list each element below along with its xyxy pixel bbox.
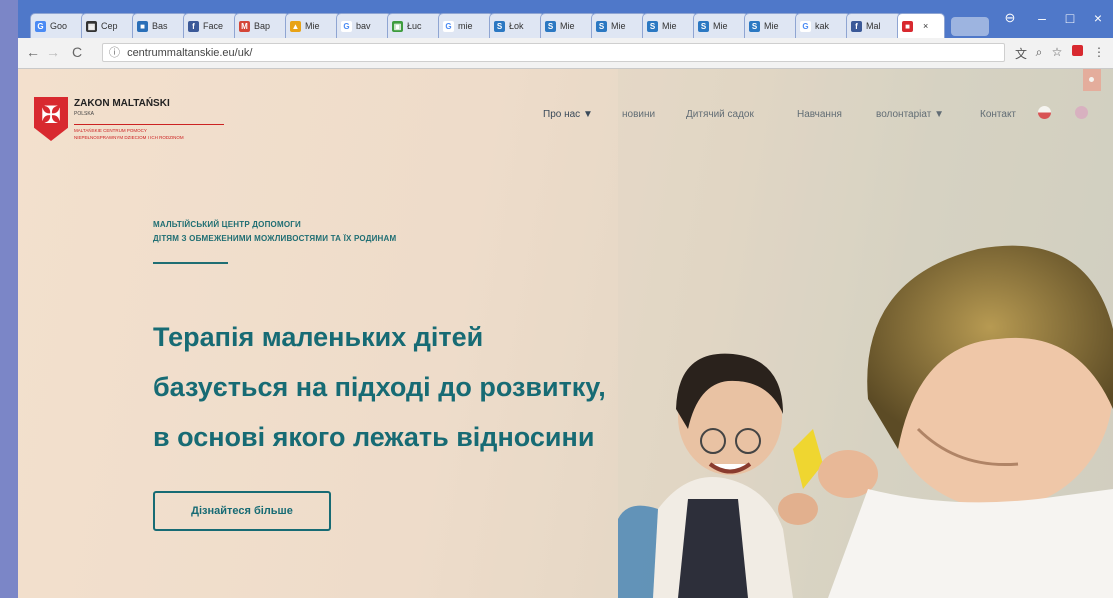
browser-tab[interactable]: f Face (183, 13, 239, 38)
tab-label: Łuc (407, 21, 422, 31)
tab-favicon-icon: S (494, 20, 505, 32)
web-page: ✠ ZAKON MALTAŃSKI POLSKA MALTAŃSKIE CENT… (18, 69, 1113, 598)
browser-toolbar: ← → C ⓘ centrummaltanskie.eu/uk/ 文 ⌕ ☆ ⋮ (18, 38, 1113, 69)
tab-label: Mie (560, 21, 575, 31)
browser-tab[interactable]: S Mie (540, 13, 596, 38)
zoom-icon[interactable]: ⌕ (1031, 45, 1047, 60)
reload-button[interactable]: C (68, 44, 86, 60)
tab-label: Łok (509, 21, 524, 31)
maltese-cross-logo[interactable]: ✠ (34, 97, 68, 141)
extension-icon[interactable] (1069, 45, 1085, 59)
tab-favicon-icon: G (35, 20, 46, 32)
tab-favicon-icon: G (341, 20, 352, 32)
browser-tab[interactable]: S Mie (693, 13, 749, 38)
eyebrow-underline (153, 262, 228, 264)
browser-window: ⊖ – □ × G Goo ▦ Cep ■ Bas f Face M Bap ▲ Mie Gbav ▣ Łu… (18, 0, 1113, 598)
browser-tab[interactable]: ▣ Łuc (387, 13, 443, 38)
tab-favicon-icon: G (800, 20, 811, 32)
hero-eyebrow-line2: ДІТЯМ З ОБМЕЖЕНИМИ МОЖЛИВОСТЯМИ ТА ЇХ РО… (153, 234, 397, 243)
tab-close-icon[interactable]: × (923, 21, 928, 31)
browser-tab[interactable]: S Mie (642, 13, 698, 38)
hero-photo (618, 69, 1113, 598)
browser-tab[interactable]: S Łok (489, 13, 545, 38)
tab-favicon-icon: f (851, 20, 862, 32)
tab-favicon-icon: f (188, 20, 199, 32)
tab-label: Mie (305, 21, 320, 31)
tab-label: Bap (254, 21, 271, 31)
tab-label: Mal (866, 21, 881, 31)
hero-headline-line3: в основі якого лежать відносини (153, 422, 595, 452)
profile-icon[interactable]: ⊖ (996, 10, 1024, 26)
org-name: ZAKON MALTAŃSKI (74, 98, 170, 109)
translate-icon[interactable]: 文 (1013, 45, 1029, 62)
tab-favicon-icon: S (596, 20, 607, 32)
url-text: centrummaltanskie.eu/uk/ (127, 47, 253, 59)
tab-label: kak (815, 21, 830, 31)
hero-eyebrow-line1: МАЛЬТІЙСЬКИЙ ЦЕНТР ДОПОМОГИ (153, 220, 301, 229)
browser-menu-icon[interactable]: ⋮ (1091, 45, 1107, 59)
tab-strip: ⊖ – □ × G Goo ▦ Cep ■ Bas f Face M Bap ▲ Mie Gbav ▣ Łu… (18, 0, 1113, 38)
tab-label: Mie (662, 21, 677, 31)
tab-label: Goo (50, 21, 68, 31)
close-window-button[interactable]: × (1084, 10, 1112, 26)
browser-tab[interactable]: Gbav (336, 13, 392, 38)
hero-headline-line1: Терапія маленьких дітей (153, 322, 484, 352)
browser-tab[interactable]: Gkak (795, 13, 851, 38)
learn-more-button[interactable]: Дізнайтеся більше (153, 491, 331, 531)
bookmark-star-icon[interactable]: ☆ (1049, 45, 1065, 59)
tab-favicon-icon: ▦ (86, 20, 97, 32)
org-subtitle: MALTAŃSKIE CENTRUM POMOCY NIEPEŁNOSPRAWN… (74, 124, 224, 141)
browser-tab[interactable]: ■ × (897, 13, 945, 38)
tab-label: mie (458, 21, 473, 31)
browser-tab[interactable]: M Bap (234, 13, 290, 38)
tab-label: Cep (101, 21, 118, 31)
tab-label: Bas (152, 21, 168, 31)
maltese-cross-icon: ✠ (40, 102, 62, 129)
browser-tab[interactable]: ▦ Cep (81, 13, 137, 38)
org-country: POLSKA (74, 111, 95, 117)
browser-tab[interactable]: f Mal (846, 13, 902, 38)
tab-favicon-icon: ■ (137, 20, 148, 32)
back-button[interactable]: ← (24, 44, 42, 60)
address-bar[interactable]: ⓘ centrummaltanskie.eu/uk/ (102, 43, 1005, 62)
info-icon[interactable]: ⓘ (109, 47, 120, 59)
browser-tab[interactable]: G Goo (30, 13, 86, 38)
tab-label: Mie (764, 21, 779, 31)
org-subtitle-line1: MALTAŃSKIE CENTRUM POMOCY (74, 128, 147, 133)
tab-favicon-icon: M (239, 20, 250, 32)
tab-favicon-icon: S (698, 20, 709, 32)
org-subtitle-line2: NIEPEŁNOSPRAWNYM DZIECIOM I ICH RODZINOM (74, 135, 184, 140)
hero-headline-line2: базується на підході до розвитку, (153, 372, 606, 402)
tab-favicon-icon: ■ (902, 20, 913, 32)
tab-favicon-icon: ▣ (392, 20, 403, 32)
new-tab-button[interactable] (951, 17, 989, 36)
menu-item-about[interactable]: Про нас ▼ (543, 109, 593, 120)
tab-favicon-icon: S (545, 20, 556, 32)
tab-favicon-icon: S (647, 20, 658, 32)
browser-tab[interactable]: S Mie (744, 13, 800, 38)
browser-tab[interactable]: S Mie (591, 13, 647, 38)
tab-label: Mie (611, 21, 626, 31)
forward-button[interactable]: → (44, 44, 62, 60)
tab-favicon-icon: G (443, 20, 454, 32)
tab-label: bav (356, 21, 371, 31)
tab-favicon-icon: ▲ (290, 20, 301, 32)
tab-favicon-icon: S (749, 20, 760, 32)
browser-tab[interactable]: ▲ Mie (285, 13, 341, 38)
tab-label: Mie (713, 21, 728, 31)
tab-label: Face (203, 21, 224, 31)
browser-tab[interactable]: Gmie (438, 13, 494, 38)
minimize-button[interactable]: – (1028, 10, 1056, 26)
browser-tab[interactable]: ■ Bas (132, 13, 188, 38)
maximize-button[interactable]: □ (1056, 10, 1084, 26)
